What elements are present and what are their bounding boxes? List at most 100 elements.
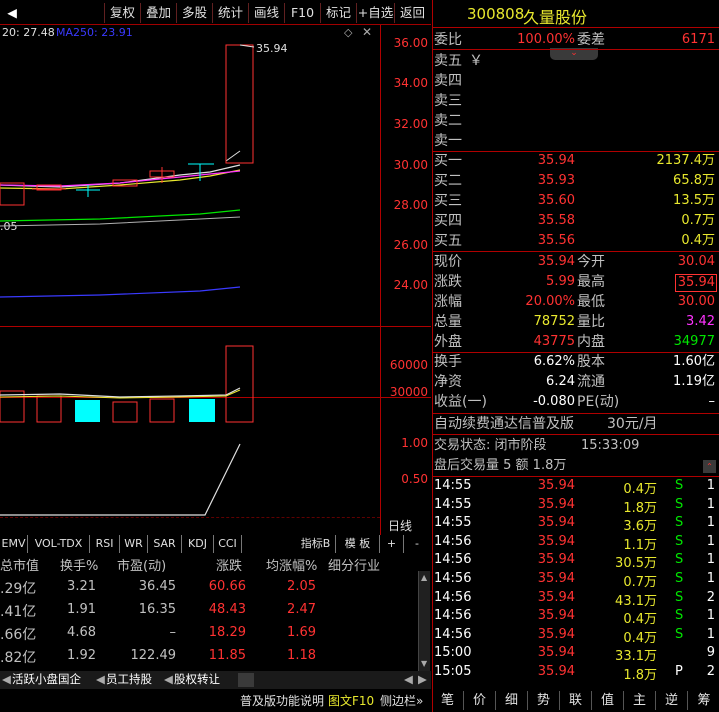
scroll-down-icon[interactable]: ▼ (421, 659, 427, 668)
tick-row[interactable]: 14:56 35.94 30.5万 S 1 (433, 552, 719, 571)
buy-1-label: 买一 (434, 153, 462, 169)
limit-up-candle (225, 44, 254, 164)
toolbar-stats-button[interactable]: 统计 (212, 3, 248, 23)
cell-mktcap: .29亿 (0, 581, 37, 597)
col-header-change[interactable]: 涨跌 (216, 555, 242, 574)
subscription-ad[interactable]: 自动续费通达信普及版 30元/月 (433, 414, 719, 434)
buy-row[interactable]: 买五 35.56 0.4万 (433, 231, 719, 251)
toolbar-mark-button[interactable]: 标记 (320, 3, 356, 23)
tab-rsi[interactable]: RSI (90, 535, 120, 553)
high-value: 35.94 (675, 274, 717, 292)
nav-reverse[interactable]: 逆 (656, 691, 688, 710)
col-header-pe[interactable]: 市盈(动) (117, 555, 166, 574)
buy-row[interactable]: 买四 35.58 0.7万 (433, 211, 719, 231)
tick-row[interactable]: 14:56 35.94 43.1万 S 2 (433, 590, 719, 609)
expand-chevron-icon[interactable]: ⌃ (703, 460, 716, 473)
col-header-industry[interactable]: 细分行业 (328, 555, 380, 574)
cell-change: 11.85 (208, 648, 246, 663)
back-arrow-icon[interactable]: ◀ (2, 3, 22, 23)
nav-detail[interactable]: 细 (496, 691, 528, 710)
cell-avg-change: 2.47 (287, 602, 316, 617)
volume-ratio-label: 量比 (577, 314, 605, 330)
nav-chips[interactable]: 筹 (688, 691, 719, 710)
watchlist-scrollbar[interactable]: ▲ ▼ (418, 571, 430, 671)
toolbar-fuquan-button[interactable]: 复权 (104, 3, 140, 23)
index-b-button[interactable]: 指标B (296, 535, 336, 553)
price-tick-label: 28.00 (393, 198, 428, 212)
tab-employee-stock[interactable]: 员工持股 (106, 672, 152, 688)
nav-linked[interactable]: 联 (560, 691, 592, 710)
col-header-avg-change[interactable]: 均涨幅% (266, 555, 317, 574)
add-indicator-button[interactable]: + (380, 535, 404, 553)
buy-row[interactable]: 买二 35.93 65.8万 (433, 171, 719, 191)
tab-scrollbar[interactable] (238, 673, 254, 687)
sell-row[interactable]: 卖一 (433, 131, 719, 151)
tab-emv[interactable]: EMV (0, 535, 28, 553)
toolbar-draw-button[interactable]: 画线 (248, 3, 284, 23)
sell-row[interactable]: 卖二 (433, 111, 719, 131)
toolbar-overlay-button[interactable]: 叠加 (140, 3, 176, 23)
tab-sar[interactable]: SAR (148, 535, 182, 553)
tick-row[interactable]: 14:56 35.94 1.1万 S 1 (433, 534, 719, 553)
ad-text: 自动续费通达信普及版 (434, 416, 574, 432)
toolbar-multistock-button[interactable]: 多股 (176, 3, 212, 23)
f10-link[interactable]: 图文F10 (328, 692, 374, 709)
tick-row[interactable]: 14:56 35.94 0.4万 S 1 (433, 627, 719, 646)
tick-side: S (675, 571, 684, 586)
nav-value[interactable]: 值 (592, 691, 624, 710)
tick-row[interactable]: 14:55 35.94 3.6万 S 1 (433, 515, 719, 534)
template-button[interactable]: 模 板 (336, 535, 380, 553)
remove-indicator-button[interactable]: - (404, 535, 430, 553)
kline-chart-area[interactable]: 20: 27.48 MA250: 23.91 ◇ ✕ 36.00 34.00 3… (0, 25, 431, 535)
tick-row[interactable]: 14:55 35.94 1.8万 S 1 (433, 497, 719, 516)
toolbar-add-favorite-button[interactable]: +自选 (356, 3, 394, 23)
tick-count: 1 (706, 571, 715, 586)
tab-equity-transfer[interactable]: 股权转让 (174, 672, 220, 688)
buy-5-label: 买五 (434, 233, 462, 249)
tab-scroll-right-icon[interactable]: ▶ (418, 672, 427, 688)
tab-cci[interactable]: CCI (214, 535, 242, 553)
tab-vol-tdx[interactable]: VOL-TDX (28, 535, 90, 553)
net-assets-value: 6.24 (546, 374, 575, 389)
tick-price: 35.94 (537, 552, 575, 568)
sell-row[interactable]: 卖四 (433, 71, 719, 91)
tick-row[interactable]: 14:56 35.94 0.4万 S 1 (433, 608, 719, 627)
high-label: 最高 (577, 274, 605, 290)
nav-trades[interactable]: 笔 (432, 691, 464, 710)
tick-list[interactable]: 14:55 35.94 0.4万 S 1 14:55 35.94 1.8万 S 1 14:55 35.… (433, 478, 719, 685)
toolbar-return-button[interactable]: 返回 (394, 3, 430, 23)
tick-price: 35.94 (537, 645, 575, 661)
nav-trend[interactable]: 势 (528, 691, 560, 710)
tab-active-small-soe[interactable]: 活跃小盘国企 (12, 672, 81, 688)
volume-tick-label: 60000 (389, 358, 428, 372)
buy-row[interactable]: 买一 35.94 2137.4万 (433, 151, 719, 171)
nav-price[interactable]: 价 (464, 691, 496, 710)
nav-main[interactable]: 主 (624, 691, 656, 710)
tick-count: 1 (706, 608, 715, 624)
col-header-mktcap[interactable]: 总市值 (0, 555, 39, 574)
period-daily-label[interactable]: 日线 (388, 517, 412, 534)
indicator-line (0, 443, 241, 516)
tab-wr[interactable]: WR (120, 535, 148, 553)
low-value: 30.00 (677, 294, 715, 309)
tab-scroll-left-icon[interactable]: ◀ (2, 672, 11, 688)
tab-kdj[interactable]: KDJ (182, 535, 214, 553)
buy-row[interactable]: 买三 35.60 13.5万 (433, 191, 719, 211)
sell-row[interactable]: 卖三 (433, 91, 719, 111)
scroll-up-icon[interactable]: ▲ (421, 573, 427, 582)
sell-2-label: 卖二 (434, 113, 462, 129)
sidebar-toggle[interactable]: 侧边栏» (380, 692, 423, 709)
volume-tick-label: 30000 (389, 385, 428, 399)
toolbar-f10-button[interactable]: F10 (284, 3, 320, 23)
tick-row[interactable]: 15:00 35.94 33.1万 9 (433, 645, 719, 664)
sell-row[interactable]: 卖五 ￥ (433, 51, 719, 71)
tick-row[interactable]: 14:55 35.94 0.4万 S 1 (433, 478, 719, 497)
tick-time: 15:00 (434, 645, 472, 661)
tick-count: 1 (706, 478, 715, 493)
tick-row[interactable]: 14:56 35.94 0.7万 S 1 (433, 571, 719, 590)
tab-scroll-left-icon[interactable]: ◀ (404, 672, 413, 688)
help-link[interactable]: 普及版功能说明 (240, 692, 324, 709)
col-header-turnover[interactable]: 换手% (60, 555, 98, 574)
tick-side: S (675, 496, 684, 512)
tick-row[interactable]: 15:05 35.94 1.8万 P 2 (433, 664, 719, 683)
